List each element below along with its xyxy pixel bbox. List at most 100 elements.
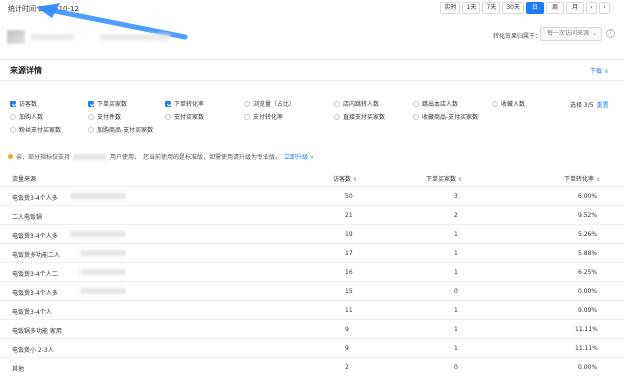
buyers-cell: 0 — [454, 364, 458, 371]
source-cell: 电饭煲3-4个人多 — [12, 195, 58, 202]
metric-order-buyers[interactable]: 下单买家数 — [88, 99, 127, 108]
radio-icon[interactable] — [244, 113, 250, 120]
divider — [0, 80, 624, 81]
metric-label: 下单转化率 — [174, 101, 205, 108]
range-30day-button[interactable]: 30天 — [502, 2, 524, 14]
range-month-button[interactable]: 月 — [566, 2, 584, 14]
checkbox-icon[interactable] — [88, 100, 94, 107]
conversion-cell: 0.00% — [578, 364, 598, 371]
select-count-text: 选择 3/5 — [570, 102, 594, 109]
buyers-cell: 1 — [454, 269, 458, 276]
warning-icon — [8, 154, 13, 159]
prev-date-button[interactable]: ‹ — [586, 2, 597, 14]
conversion-cell: 6.00% — [578, 193, 598, 200]
table-row: 电饭煲3-4个人多 50 3 6.00% — [0, 186, 624, 205]
range-day-button[interactable]: 日 — [526, 2, 544, 14]
source-cell: 电饭煲3-4个人多 — [12, 233, 58, 240]
conversion-cell: 5.88% — [578, 250, 598, 257]
metric-paid-items[interactable]: 支付件数 — [88, 112, 121, 121]
header-conversion-label: 下单转化率 — [564, 176, 595, 183]
radio-icon[interactable] — [10, 126, 16, 133]
source-cell: 电饭煲多功能二人 — [12, 252, 61, 259]
range-week-button[interactable]: 周 — [546, 2, 564, 14]
header-buyers[interactable]: 下单买家数 ⇅ — [426, 174, 462, 183]
metric-paid-conversion[interactable]: 支付转化率 — [244, 112, 283, 121]
select-count: 选择 3/5 重置 — [570, 100, 609, 109]
metric-label: 粉丝支付买家数 — [19, 127, 62, 134]
metric-fav-paid-buyers[interactable]: 收藏商品-支付买家数 — [413, 112, 478, 121]
sort-icon[interactable]: ⇅ — [353, 177, 357, 183]
stat-time: 统计时间 2019-10-12 — [8, 5, 79, 13]
sort-icon[interactable]: ⇅ — [458, 177, 462, 183]
radio-icon[interactable] — [88, 113, 94, 120]
checkbox-icon[interactable] — [165, 100, 171, 107]
upgrade-tip: 亲，部分指标仅支持 用户使用， 您当前使用的是标准版，如需使用请升级为专业版。 … — [8, 152, 314, 161]
source-blurred — [80, 250, 126, 256]
buyers-cell: 1 — [454, 307, 458, 314]
tip-blurred — [73, 153, 108, 160]
table-row: 电饭煲多功能二人 17 1 5.88% — [0, 243, 624, 262]
metric-bounce[interactable]: 跳出本店人数 — [413, 99, 458, 108]
checkbox-icon[interactable] — [10, 100, 16, 107]
radio-icon[interactable] — [88, 126, 94, 133]
buyers-cell: 3 — [454, 193, 458, 200]
metric-label: 访客数 — [19, 101, 38, 108]
buyers-cell: 2 — [454, 212, 458, 219]
conversion-cell: 11.11% — [575, 326, 598, 333]
source-cell: 二人电饭锅 — [12, 214, 43, 221]
metric-fan-paid-buyers[interactable]: 粉丝支付买家数 — [10, 125, 61, 134]
radio-icon[interactable] — [334, 100, 340, 107]
metric-visitors[interactable]: 访客数 — [10, 99, 37, 108]
download-link[interactable]: 下载 ⇓ — [590, 66, 609, 75]
header-source: 流量来源 — [12, 176, 37, 183]
table-row: 二人电饭锅 21 2 9.52% — [0, 205, 624, 224]
header-conversion[interactable]: 下单转化率 ⇅ — [564, 174, 600, 183]
range-1day-button[interactable]: 1天 — [462, 2, 481, 14]
source-cell: 电饭煲3-4个人多 — [12, 290, 58, 297]
buyers-cell: 1 — [454, 326, 458, 333]
table-row: 电饭煲3-4个人 11 1 9.09% — [0, 300, 624, 319]
metric-cart[interactable]: 加购人数 — [10, 112, 43, 121]
table-row: 其他 2 0 0.00% — [0, 357, 624, 376]
attribution-value: 每一次访问来源 — [547, 30, 590, 37]
source-blurred — [80, 288, 126, 294]
tip-text-2: 用户使用， — [110, 154, 141, 161]
radio-icon[interactable] — [413, 100, 419, 107]
visitors-cell: 9 — [345, 326, 349, 333]
metric-label: 收藏商品-支付买家数 — [422, 114, 479, 121]
radio-icon[interactable] — [165, 113, 171, 120]
section-title: 来源详情 — [10, 66, 42, 75]
metric-label: 支付买家数 — [174, 114, 205, 121]
metric-label: 店内跳转人数 — [343, 101, 380, 108]
metric-favorites[interactable]: 收藏人数 — [492, 99, 525, 108]
header-visitors[interactable]: 访客数 ⇅ — [333, 174, 357, 183]
visitors-cell: 19 — [345, 231, 353, 238]
radio-icon[interactable] — [492, 100, 498, 107]
chevron-down-icon: ⌄ — [591, 30, 597, 37]
help-icon[interactable]: ? — [606, 29, 615, 38]
source-blurred — [80, 269, 126, 275]
sort-icon[interactable]: ⇅ — [596, 177, 600, 183]
metric-label: 支付转化率 — [253, 114, 284, 121]
range-7day-button[interactable]: 7天 — [482, 2, 501, 14]
metric-pageviews[interactable]: 浏览量（占比） — [244, 99, 295, 108]
visitors-cell: 50 — [345, 193, 353, 200]
radio-icon[interactable] — [334, 113, 340, 120]
metric-paid-buyers[interactable]: 支付买家数 — [165, 112, 204, 121]
conversion-cell: 6.25% — [578, 269, 598, 276]
metric-order-conversion[interactable]: 下单转化率 — [165, 99, 204, 108]
attribution-select[interactable]: 每一次访问来源 ⌄ — [540, 27, 602, 41]
table-row: 电饭煲3-4个人多 19 1 5.26% — [0, 224, 624, 243]
range-realtime-button[interactable]: 实时 — [440, 2, 461, 14]
table-row: 电饭煲3-4个人二 16 1 6.25% — [0, 262, 624, 281]
metric-direct-paid-buyers[interactable]: 直接支付买家数 — [334, 112, 385, 121]
metric-cart-paid-buyers[interactable]: 加购商品-支付买家数 — [88, 125, 153, 134]
reset-link[interactable]: 重置 — [597, 102, 609, 109]
radio-icon[interactable] — [10, 113, 16, 120]
table-row: 电饭煲3-4个人多 15 0 0.00% — [0, 281, 624, 300]
upgrade-link[interactable]: 立即升级 » — [284, 152, 314, 161]
next-date-button[interactable]: › — [599, 2, 610, 14]
radio-icon[interactable] — [244, 100, 250, 107]
radio-icon[interactable] — [413, 113, 419, 120]
metric-in-store-jumps[interactable]: 店内跳转人数 — [334, 99, 379, 108]
